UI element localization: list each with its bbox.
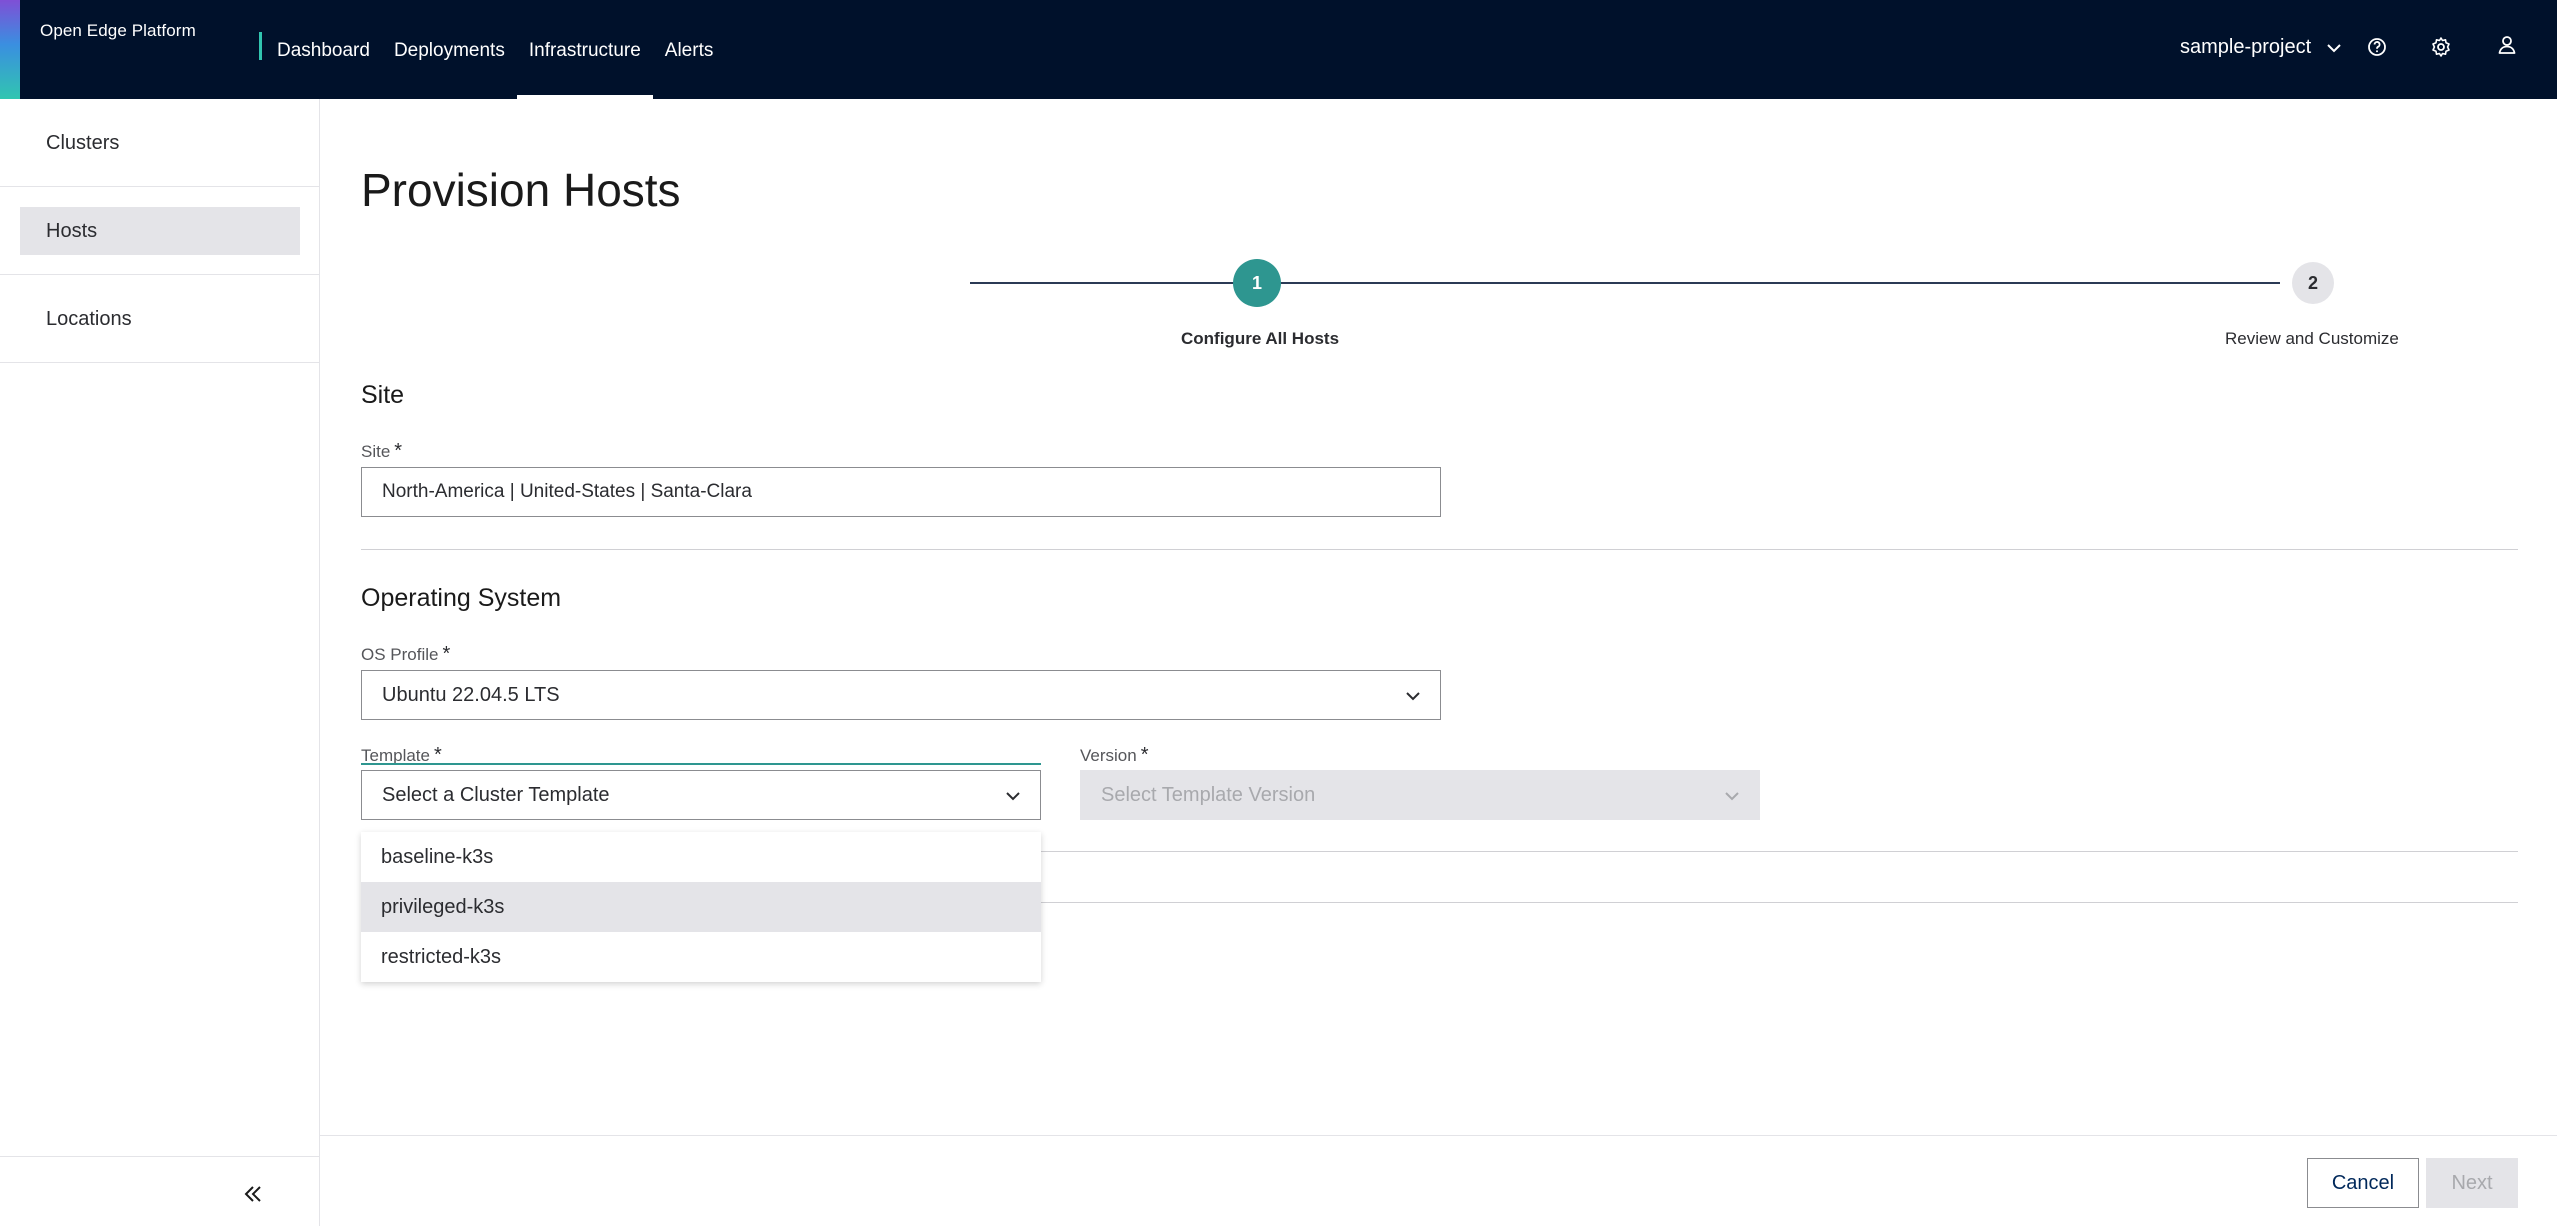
brand-subtitle: Open Edge Platform xyxy=(40,21,196,40)
step-2-indicator[interactable]: 2 xyxy=(2292,262,2334,304)
template-dropdown-menu: baseline-k3s privileged-k3s restricted-k… xyxy=(361,832,1041,982)
site-label-text: Site xyxy=(361,442,391,461)
project-name: sample-project xyxy=(2180,36,2312,58)
cancel-button[interactable]: Cancel xyxy=(2307,1158,2419,1208)
site-input[interactable]: North-America | United-States | Santa-Cl… xyxy=(361,467,1441,517)
chevron-down-icon xyxy=(1406,692,1420,701)
template-option-restricted-k3s[interactable]: restricted-k3s xyxy=(361,932,1041,982)
sidebar-item-locations[interactable]: Locations xyxy=(0,275,319,363)
gear-icon[interactable] xyxy=(2428,34,2454,60)
sidebar-item-label: Hosts xyxy=(46,220,98,242)
sidebar-footer xyxy=(0,1156,320,1226)
sidebar-item-clusters[interactable]: Clusters xyxy=(0,99,319,187)
chevron-down-icon xyxy=(1006,792,1020,801)
double-chevron-left-icon[interactable] xyxy=(240,1181,266,1207)
top-bar: Open Edge Platform Edge Orchestrator Das… xyxy=(0,0,2557,149)
chevron-down-icon xyxy=(2327,43,2341,52)
required-mark: * xyxy=(1140,744,1149,766)
step-1-label: Configure All Hosts xyxy=(1181,329,1340,348)
brand-logo[interactable]: Open Edge Platform Edge Orchestrator xyxy=(40,20,564,149)
brand-separator xyxy=(259,32,262,60)
stepper-line xyxy=(970,282,2280,284)
template-option-privileged-k3s[interactable]: privileged-k3s xyxy=(361,882,1041,932)
sidebar-item-hosts[interactable]: Hosts xyxy=(0,187,319,275)
action-footer: Cancel Next xyxy=(320,1135,2557,1226)
sidebar: Clusters Hosts Locations xyxy=(0,99,320,1226)
template-focus-indicator xyxy=(361,763,1041,765)
site-section-title: Site xyxy=(361,381,405,409)
os-profile-label-text: OS Profile xyxy=(361,645,439,664)
version-label-text: Version xyxy=(1080,746,1137,765)
os-profile-label: OS Profile * xyxy=(361,643,450,666)
version-select[interactable]: Select Template Version xyxy=(1080,770,1760,820)
sidebar-item-label: Clusters xyxy=(46,132,120,154)
brand-accent-bar xyxy=(0,0,20,99)
section-divider xyxy=(361,549,2518,550)
chevron-down-icon xyxy=(1725,792,1739,801)
step-1-indicator[interactable]: 1 xyxy=(1233,259,1281,307)
sidebar-item-label: Locations xyxy=(46,308,132,330)
version-label: Version * xyxy=(1080,744,1149,767)
template-select[interactable]: Select a Cluster Template xyxy=(361,770,1041,820)
os-profile-select[interactable]: Ubuntu 22.04.5 LTS xyxy=(361,670,1441,720)
nav-deployments[interactable]: Deployments xyxy=(382,0,517,99)
main-content: Provision Hosts 1 2 Configure All Hosts … xyxy=(320,99,2557,1226)
step-2-label: Review and Customize xyxy=(2225,329,2399,348)
nav-dashboard[interactable]: Dashboard xyxy=(265,0,382,99)
nav-alerts[interactable]: Alerts xyxy=(653,0,726,99)
nav-infrastructure[interactable]: Infrastructure xyxy=(516,0,653,99)
version-placeholder: Select Template Version xyxy=(1101,784,1316,806)
site-field-label: Site * xyxy=(361,440,402,463)
template-option-baseline-k3s[interactable]: baseline-k3s xyxy=(361,832,1041,882)
project-selector[interactable]: sample-project xyxy=(2180,36,2343,59)
template-placeholder: Select a Cluster Template xyxy=(382,784,610,806)
page-title: Provision Hosts xyxy=(361,164,681,216)
next-button[interactable]: Next xyxy=(2426,1158,2518,1208)
main-nav: Dashboard Deployments Infrastructure Ale… xyxy=(265,0,725,99)
required-mark: * xyxy=(442,643,451,665)
os-profile-value: Ubuntu 22.04.5 LTS xyxy=(382,684,560,706)
os-section-title: Operating System xyxy=(361,584,562,612)
help-icon[interactable] xyxy=(2364,34,2390,60)
required-mark: * xyxy=(394,440,403,462)
user-icon[interactable] xyxy=(2494,32,2520,58)
